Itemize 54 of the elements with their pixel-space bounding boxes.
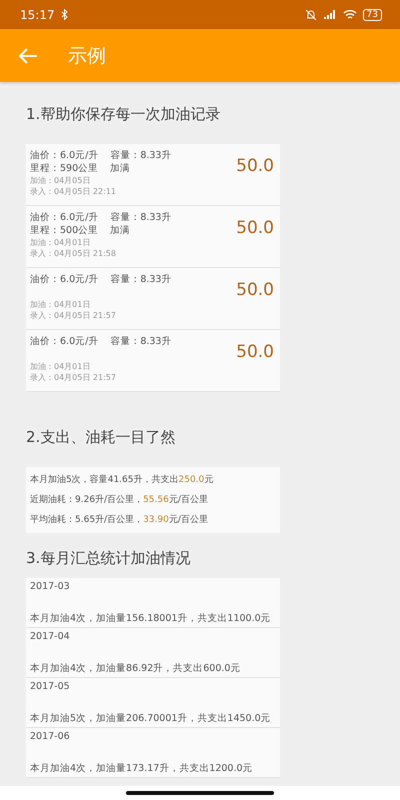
section-title: 3.每月汇总统计加油情况 <box>26 549 192 568</box>
amount-text: 50.0 <box>236 342 274 364</box>
wifi-icon <box>342 9 357 20</box>
record-card[interactable]: 油价：6.0元/升 容量：8.33升 加油：04月01日 录入：04月05日 21:57 50.0 <box>26 268 280 330</box>
full-tank-text: 加满 <box>110 224 130 237</box>
record-card[interactable]: 油价：6.0元/升 容量：8.33升 加油：04月01日 录入：04月05日 21:57 50.0 <box>26 330 280 392</box>
section-title: 1.帮助你保存每一次加油记录 <box>26 105 222 124</box>
price-text: 油价：6.0元/升 <box>30 335 98 348</box>
signal-icon <box>322 9 337 20</box>
volume-text: 容量：8.33升 <box>110 149 172 162</box>
record-card[interactable]: 油价：6.0元/升 容量：8.33升 里程：590公里 加满 加油：04月05日 录入：04月05日 22:11 50.0 <box>26 144 280 206</box>
month-detail-text: 本月加油5次，加油量206.70001升，共支出1450.0元 <box>30 712 272 725</box>
month-detail-text: 本月加油4次，加油量86.92升，共支出600.0元 <box>30 662 242 675</box>
summary-line: 平均油耗：5.65升/百公里，33.90元/百公里 <box>30 514 209 527</box>
month-row[interactable]: 2017-05 本月加油5次，加油量206.70001升，共支出1450.0元 <box>26 678 280 728</box>
month-row[interactable]: 2017-06 本月加油4次，加油量173.17升，共支出1200.0元 <box>26 728 280 778</box>
fuel-date-text: 加油：04月01日 <box>30 237 92 248</box>
amount-text: 50.0 <box>236 218 274 240</box>
fuel-date-text: 加油：04月01日 <box>30 299 92 310</box>
fuel-date-text: 加油：04月01日 <box>30 361 92 372</box>
price-text: 油价：6.0元/升 <box>30 273 98 286</box>
status-time: 15:17 <box>20 8 55 22</box>
page-title: 示例 <box>68 44 106 68</box>
entry-date-text: 录入：04月05日 21:57 <box>30 372 117 383</box>
month-text: 2017-03 <box>30 581 71 592</box>
entry-date-text: 录入：04月05日 21:58 <box>30 248 117 259</box>
month-row[interactable]: 2017-03 本月加油4次，加油量156.18001升，共支出1100.0元 <box>26 578 280 628</box>
bell-off-icon <box>304 8 317 20</box>
fuel-date-text: 加油：04月05日 <box>30 175 92 186</box>
section-title: 2.支出、油耗一目了然 <box>26 428 176 447</box>
price-text: 油价：6.0元/升 <box>30 211 98 224</box>
month-detail-text: 本月加油4次，加油量156.18001升，共支出1100.0元 <box>30 612 272 625</box>
record-card[interactable]: 油价：6.0元/升 容量：8.33升 里程：500公里 加满 加油：04月01日 录入：04月05日 21:58 50.0 <box>26 206 280 268</box>
back-arrow-icon[interactable] <box>18 46 38 64</box>
month-row[interactable]: 2017-04 本月加油4次，加油量86.92升，共支出600.0元 <box>26 628 280 678</box>
month-detail-text: 本月加油4次，加油量173.17升，共支出1200.0元 <box>30 762 254 775</box>
entry-date-text: 录入：04月05日 22:11 <box>30 186 117 197</box>
month-text: 2017-06 <box>30 731 71 742</box>
volume-text: 容量：8.33升 <box>110 335 172 348</box>
amount-text: 50.0 <box>236 156 274 178</box>
bluetooth-icon <box>60 9 68 20</box>
summary-line: 本月加油5次，容量41.65升，共支出250.0元 <box>30 474 214 487</box>
month-text: 2017-05 <box>30 681 71 692</box>
mileage-text: 里程：590公里 <box>30 162 98 175</box>
volume-text: 容量：8.33升 <box>110 211 172 224</box>
summary-line: 近期油耗：9.26升/百公里，55.56元/百公里 <box>30 494 209 507</box>
volume-text: 容量：8.33升 <box>110 273 172 286</box>
entry-date-text: 录入：04月05日 21:57 <box>30 310 117 321</box>
price-text: 油价：6.0元/升 <box>30 149 98 162</box>
month-text: 2017-04 <box>30 631 71 642</box>
amount-text: 50.0 <box>236 280 274 302</box>
battery-indicator: 73 <box>362 8 382 20</box>
mileage-text: 里程：500公里 <box>30 224 98 237</box>
full-tank-text: 加满 <box>110 162 130 175</box>
